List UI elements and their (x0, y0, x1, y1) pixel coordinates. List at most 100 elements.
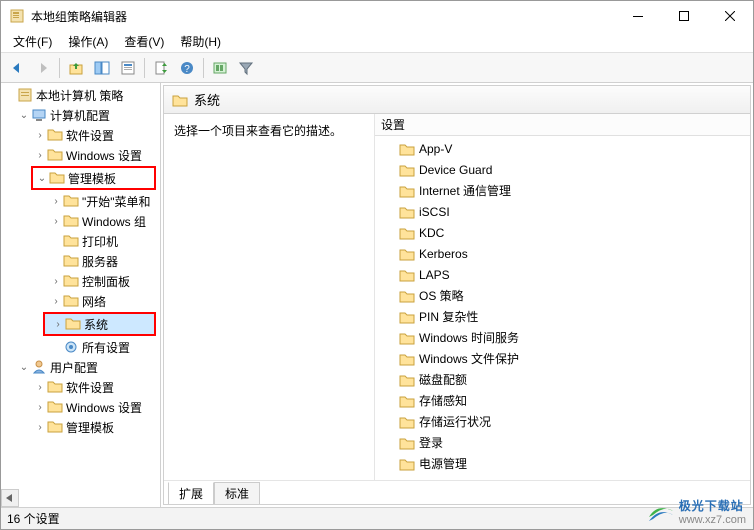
expand-icon[interactable]: › (49, 296, 63, 307)
expand-icon[interactable]: › (33, 422, 47, 433)
user-icon (31, 359, 47, 375)
forward-button[interactable] (31, 56, 55, 80)
menu-view[interactable]: 查看(V) (116, 31, 172, 52)
list-item-label: 登录 (419, 434, 443, 451)
back-button[interactable] (5, 56, 29, 80)
settings-list[interactable]: 设置 App-V Device Guard Internet 通信管理 iSCSI KD… (374, 114, 750, 480)
folder-icon (47, 419, 63, 435)
list-item-label: Windows 文件保护 (419, 350, 519, 367)
collapse-icon[interactable]: ⌄ (35, 173, 49, 184)
list-item[interactable]: OS 策略 (375, 285, 750, 306)
app-window: 本地组策略编辑器 文件(F) 操作(A) 查看(V) 帮助(H) ? (0, 0, 754, 530)
tree-all-settings[interactable]: 所有设置 (1, 337, 160, 357)
list-item[interactable]: KDC (375, 222, 750, 243)
folder-icon (47, 147, 63, 163)
tab-extended[interactable]: 扩展 (168, 482, 214, 505)
tree-software-settings[interactable]: › 软件设置 (1, 125, 160, 145)
list-item[interactable]: iSCSI (375, 201, 750, 222)
column-label: 设置 (381, 116, 405, 133)
tree-computer-config[interactable]: ⌄ 计算机配置 (1, 105, 160, 125)
tree-user-software[interactable]: › 软件设置 (1, 377, 160, 397)
show-hide-tree-button[interactable] (90, 56, 114, 80)
tree-label: 系统 (84, 316, 108, 333)
list-item-label: Windows 时间服务 (419, 329, 519, 346)
tree-network[interactable]: › 网络 (1, 291, 160, 311)
expand-icon[interactable]: › (33, 130, 47, 141)
list-item[interactable]: Kerberos (375, 243, 750, 264)
tree-printers[interactable]: 打印机 (1, 231, 160, 251)
tree-admin-templates[interactable]: ⌄ 管理模板 (33, 168, 154, 188)
column-header-setting[interactable]: 设置 (375, 114, 750, 136)
expand-icon[interactable]: › (51, 319, 65, 330)
list-item-label: Device Guard (419, 163, 492, 177)
export-list-button[interactable] (149, 56, 173, 80)
toolbar: ? (1, 53, 753, 83)
folder-icon (399, 226, 415, 240)
tree-windows-settings[interactable]: › Windows 设置 (1, 145, 160, 165)
list-item-label: LAPS (419, 268, 450, 282)
description-panel: 选择一个项目来查看它的描述。 (164, 114, 374, 480)
folder-icon (47, 127, 63, 143)
tree-label: 软件设置 (66, 379, 114, 396)
filter-button[interactable] (234, 56, 258, 80)
tree-label: 用户配置 (50, 359, 98, 376)
list-item-label: Internet 通信管理 (419, 182, 511, 199)
properties-button[interactable] (116, 56, 140, 80)
tree-start-menu[interactable]: › "开始"菜单和 (1, 191, 160, 211)
expand-icon[interactable]: › (33, 150, 47, 161)
minimize-button[interactable] (615, 1, 661, 31)
list-item-label: 电源管理 (419, 455, 467, 472)
tree-windows-components[interactable]: › Windows 组 (1, 211, 160, 231)
folder-icon (399, 457, 415, 471)
expand-icon[interactable]: › (49, 216, 63, 227)
menu-help[interactable]: 帮助(H) (172, 31, 229, 52)
tree-control-panel[interactable]: › 控制面板 (1, 271, 160, 291)
folder-icon (63, 233, 79, 249)
folder-icon (399, 142, 415, 156)
list-item[interactable]: 电源管理 (375, 453, 750, 474)
list-item[interactable]: 磁盘配额 (375, 369, 750, 390)
list-item[interactable]: 存储感知 (375, 390, 750, 411)
tree-label: 管理模板 (68, 170, 116, 187)
folder-icon (399, 184, 415, 198)
tree-server[interactable]: 服务器 (1, 251, 160, 271)
close-button[interactable] (707, 1, 753, 31)
policy-settings-button[interactable] (208, 56, 232, 80)
hscroll-left-button[interactable] (1, 489, 19, 507)
expand-icon[interactable]: › (33, 382, 47, 393)
menu-action[interactable]: 操作(A) (60, 31, 116, 52)
policy-root-icon (17, 87, 33, 103)
tree-system[interactable]: › 系统 (45, 314, 154, 334)
list-item[interactable]: 登录 (375, 432, 750, 453)
details-title: 系统 (194, 90, 220, 109)
expand-icon[interactable]: › (33, 402, 47, 413)
tree-label: 网络 (82, 293, 106, 310)
list-item[interactable]: LAPS (375, 264, 750, 285)
tree-user-windows[interactable]: › Windows 设置 (1, 397, 160, 417)
tab-standard[interactable]: 标准 (214, 482, 260, 505)
collapse-icon[interactable]: ⌄ (17, 362, 31, 373)
list-item[interactable]: 存储运行状况 (375, 411, 750, 432)
list-item[interactable]: PIN 复杂性 (375, 306, 750, 327)
list-item[interactable]: Windows 文件保护 (375, 348, 750, 369)
collapse-icon[interactable]: ⌄ (17, 110, 31, 121)
list-item[interactable]: Windows 时间服务 (375, 327, 750, 348)
help-button[interactable]: ? (175, 56, 199, 80)
list-item-label: PIN 复杂性 (419, 308, 478, 325)
list-item[interactable]: App-V (375, 138, 750, 159)
main-body: 本地计算机 策略 ⌄ 计算机配置 › 软件设置 › Windows 设置 ⌄ (1, 83, 753, 507)
expand-icon[interactable]: › (49, 276, 63, 287)
tree-user-config[interactable]: ⌄ 用户配置 (1, 357, 160, 377)
up-folder-button[interactable] (64, 56, 88, 80)
menu-file[interactable]: 文件(F) (5, 31, 60, 52)
expand-icon[interactable]: › (49, 196, 63, 207)
tree-pane[interactable]: 本地计算机 策略 ⌄ 计算机配置 › 软件设置 › Windows 设置 ⌄ (1, 83, 161, 507)
list-item[interactable]: Internet 通信管理 (375, 180, 750, 201)
list-item-label: KDC (419, 226, 444, 240)
tree-root[interactable]: 本地计算机 策略 (1, 85, 160, 105)
tree-user-admin[interactable]: › 管理模板 (1, 417, 160, 437)
list-item[interactable]: Device Guard (375, 159, 750, 180)
maximize-button[interactable] (661, 1, 707, 31)
list-item-label: App-V (419, 142, 452, 156)
folder-icon (399, 352, 415, 366)
